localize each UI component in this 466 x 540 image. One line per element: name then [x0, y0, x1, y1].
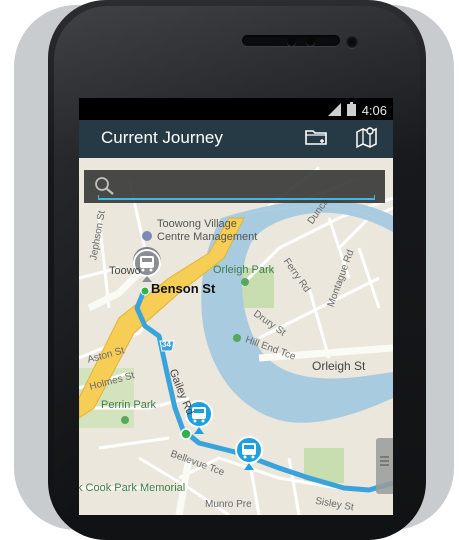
light-sensor [306, 37, 315, 46]
map-label: Munro Pre [205, 499, 252, 510]
search-underline [98, 195, 375, 200]
search-bar [84, 170, 385, 203]
signal-icon [327, 101, 341, 120]
map-label: Toowo [109, 265, 141, 277]
route-start-dot [140, 286, 150, 296]
front-camera [346, 36, 358, 48]
park-pin [233, 334, 241, 342]
map-label: Orleigh St [312, 359, 366, 373]
action-bar: Current Journey [79, 120, 393, 158]
status-bar: 4:06 [79, 98, 393, 120]
map-label: Orleigh Park [213, 264, 275, 276]
proximity-sensor [287, 37, 296, 46]
map-label: k Cook Park Memorial [79, 482, 186, 494]
park-pin [121, 416, 129, 424]
status-time: 4:06 [361, 103, 387, 118]
folder-plus-icon [305, 128, 329, 150]
map-canvas [79, 166, 393, 515]
route-number: 34 [162, 340, 171, 349]
fast-scroll-handle[interactable] [376, 438, 393, 494]
page-title: Current Journey [101, 128, 223, 147]
add-folder-button[interactable] [301, 125, 333, 153]
map-button[interactable] [351, 125, 383, 153]
map-label: Centre Management [157, 231, 258, 243]
map-label: Perrin Park [101, 399, 157, 411]
battery-icon [346, 101, 356, 120]
phone-screen: 4:06 Current Journey Toowong Village Cen… [79, 98, 393, 515]
info-pin [142, 231, 152, 241]
map-view[interactable]: Toowong Village Centre Management Toowo … [79, 158, 393, 515]
map-label-benson-st: Benson St [151, 281, 216, 296]
route-stop-dot [180, 428, 192, 440]
map-label: Toowong Village [157, 218, 237, 230]
map-icon [355, 126, 379, 152]
park-pin [241, 278, 249, 286]
search-input[interactable] [116, 174, 378, 198]
